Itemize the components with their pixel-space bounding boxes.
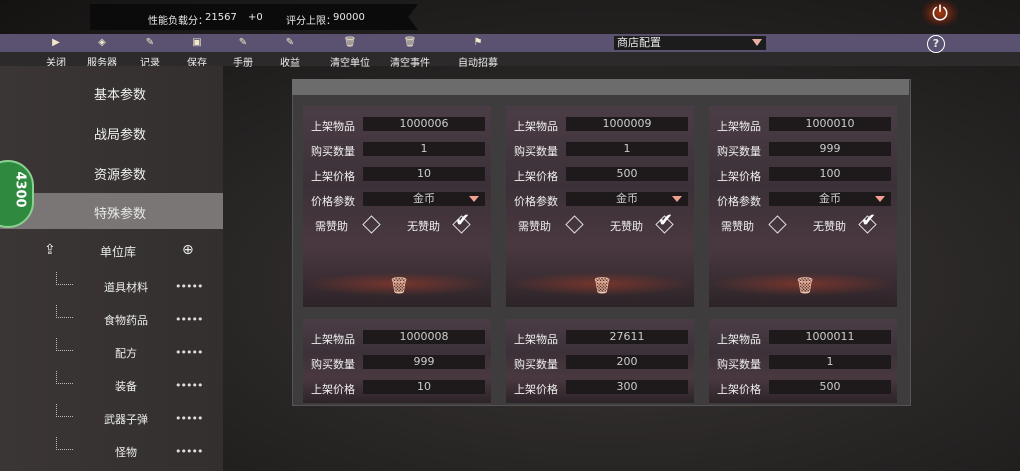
price-field[interactable]: 10	[363, 380, 485, 394]
tree-branch	[56, 404, 73, 417]
quantity-field[interactable]: 200	[566, 355, 688, 369]
trash-icon: 🗑	[343, 37, 357, 48]
tree-branch	[56, 371, 73, 384]
item-id-field[interactable]: 27611	[566, 330, 688, 344]
tree-item-monsters[interactable]: 怪物	[115, 444, 137, 460]
chevron-down-icon	[752, 39, 762, 46]
item-id-field[interactable]: 1000010	[769, 117, 891, 131]
limit-value: 90000	[333, 12, 365, 23]
edit-icon: ✎	[238, 37, 248, 48]
nav-special-label: 特殊参数	[93, 207, 146, 222]
panel-header	[292, 79, 909, 95]
auto-recruit-button[interactable]: ⚑ 自动招募	[450, 36, 506, 69]
clear-events-button[interactable]: 🗑 清空事件	[382, 36, 438, 69]
price-field[interactable]: 500	[566, 167, 688, 181]
save-button[interactable]: ▣ 保存	[177, 36, 217, 69]
quantity-field[interactable]: 1	[769, 355, 891, 369]
add-folder-icon[interactable]: ⊕	[182, 242, 194, 258]
shop-item-card: 上架物品 1000006 购买数量 1 上架价格 10 价格参数 金币 需赞助 …	[303, 106, 491, 307]
check-icon: ✔	[861, 210, 877, 231]
need-sponsor-checkbox[interactable]	[362, 215, 381, 234]
power-icon[interactable]: ⏻	[922, 0, 958, 26]
shop-item-card: 上架物品 1000008 购买数量 999 上架价格 10	[303, 319, 491, 403]
more-icon[interactable]: •••••	[175, 379, 203, 392]
chevron-down-icon	[672, 196, 682, 202]
price-field[interactable]: 500	[769, 380, 891, 394]
quantity-field[interactable]: 999	[363, 355, 485, 369]
stats-bar: 性能负载分： 21567 +0 评分上限： 90000	[90, 4, 418, 30]
play-icon: ▶	[52, 37, 60, 48]
tree-item-recipes[interactable]: 配方	[115, 345, 137, 361]
help-icon[interactable]: ?	[927, 35, 945, 53]
clear-units-button[interactable]: 🗑 清空单位	[322, 36, 378, 69]
unit-library-title: 单位库	[100, 245, 137, 259]
nav-battle-params[interactable]: 战局参数	[60, 124, 180, 143]
trash-icon: 🗑	[403, 37, 417, 48]
tree-item-food-medicine[interactable]: 食物药品	[104, 312, 148, 328]
price-field[interactable]: 100	[769, 167, 891, 181]
more-icon[interactable]: •••••	[175, 412, 203, 425]
income-button[interactable]: ✎ 收益	[270, 36, 310, 69]
shop-item-card: 上架物品 27611 购买数量 200 上架价格 300	[506, 319, 694, 403]
flag-icon: ⚑	[473, 37, 483, 48]
price-param-select[interactable]: 金币	[769, 192, 891, 206]
tree-branch	[56, 272, 73, 285]
more-icon[interactable]: •••••	[175, 445, 203, 458]
check-icon: ✔	[658, 210, 674, 231]
trash-icon[interactable]: 🗑	[389, 276, 409, 295]
edit-icon: ✎	[145, 37, 155, 48]
edit-icon: ✎	[285, 37, 295, 48]
shop-config-select[interactable]: 商店配置	[614, 36, 766, 50]
tree-branch	[56, 437, 73, 450]
shop-item-card: 上架物品 1000010 购买数量 999 上架价格 100 价格参数 金币 需…	[709, 106, 897, 307]
price-param-select[interactable]: 金币	[566, 192, 688, 206]
score-value: 21567	[205, 12, 237, 23]
need-sponsor-checkbox[interactable]	[565, 215, 584, 234]
close-button[interactable]: ▶ 关闭	[36, 36, 76, 69]
tree-item-materials[interactable]: 道具材料	[104, 279, 148, 295]
upload-icon[interactable]: ⇪	[44, 242, 56, 258]
server-button[interactable]: ◈ 服务器	[82, 36, 122, 69]
nav-resource-params[interactable]: 资源参数	[60, 164, 180, 183]
item-id-field[interactable]: 1000011	[769, 330, 891, 344]
price-field[interactable]: 10	[363, 167, 485, 181]
quantity-field[interactable]: 1	[363, 142, 485, 156]
limit-label: 评分上限：	[286, 16, 336, 27]
trash-icon[interactable]: 🗑	[592, 276, 612, 295]
manual-button[interactable]: ✎ 手册	[223, 36, 263, 69]
tree-item-equipment[interactable]: 装备	[115, 378, 137, 394]
price-field[interactable]: 300	[566, 380, 688, 394]
chevron-down-icon	[469, 196, 479, 202]
tree-branch	[56, 338, 73, 351]
nav-basic-params[interactable]: 基本参数	[60, 84, 180, 103]
more-icon[interactable]: •••••	[175, 313, 203, 326]
shop-item-card: 上架物品 1000011 购买数量 1 上架价格 500	[709, 319, 897, 403]
more-icon[interactable]: •••••	[175, 346, 203, 359]
save-icon: ▣	[192, 37, 202, 48]
quantity-field[interactable]: 1	[566, 142, 688, 156]
need-sponsor-checkbox[interactable]	[768, 215, 787, 234]
item-id-field[interactable]: 1000006	[363, 117, 485, 131]
score-label: 性能负载分：	[148, 16, 208, 27]
tree-item-weapons-ammo[interactable]: 武器子弹	[104, 411, 148, 427]
cube-icon: ◈	[98, 37, 106, 48]
trash-icon[interactable]: 🗑	[795, 276, 815, 295]
more-icon[interactable]: •••••	[175, 280, 203, 293]
chevron-down-icon	[875, 196, 885, 202]
shop-item-card: 上架物品 1000009 购买数量 1 上架价格 500 价格参数 金币 需赞助…	[506, 106, 694, 307]
quantity-field[interactable]: 999	[769, 142, 891, 156]
price-param-select[interactable]: 金币	[363, 192, 485, 206]
record-button[interactable]: ✎ 记录	[130, 36, 170, 69]
tree-branch	[56, 305, 73, 318]
score-delta: +0	[248, 12, 263, 23]
item-id-field[interactable]: 1000009	[566, 117, 688, 131]
item-id-field[interactable]: 1000008	[363, 330, 485, 344]
check-icon: ✔	[455, 210, 471, 231]
